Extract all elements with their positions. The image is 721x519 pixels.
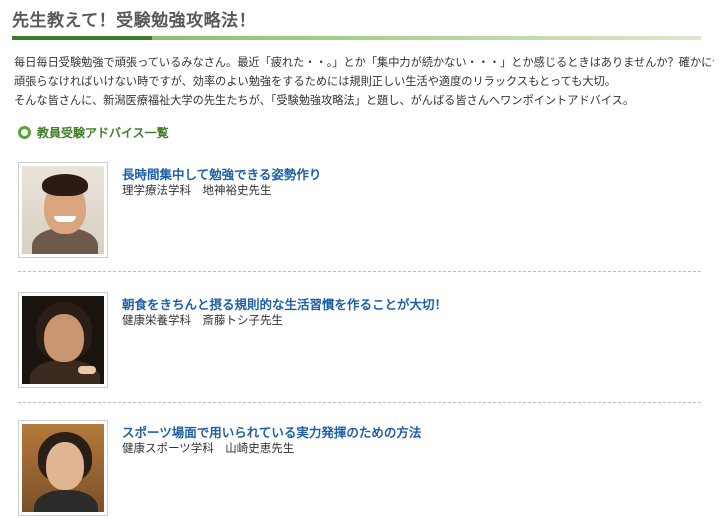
- teacher-photo[interactable]: [18, 420, 108, 516]
- teacher-name: 理学療法学科 地神裕史先生: [122, 183, 272, 197]
- section-heading-label: 教員受験アドバイス一覧: [37, 126, 169, 140]
- advice-link[interactable]: スポーツ場面で用いられている実力発揮のための方法: [122, 422, 421, 441]
- teacher-name: 健康スポーツ学科 山崎史恵先生: [122, 441, 295, 455]
- advice-link[interactable]: 朝食をきちんと摂る規則的な生活習慣を作ることが大切！: [122, 294, 447, 313]
- intro-text: 毎日毎日受験勉強で頑張っているみなさん。最近「疲れた・・。」とか「集中力が続かな…: [14, 53, 714, 110]
- section-heading: 教員受験アドバイス一覧: [18, 124, 169, 141]
- list-item: 朝食をきちんと摂る規則的な生活習慣を作ることが大切！ 健康栄養学科 斎藤トシ子先…: [18, 292, 701, 388]
- advice-link[interactable]: 長時間集中して勉強できる姿勢作り: [122, 164, 321, 183]
- item-divider: [18, 271, 701, 272]
- list-item: 長時間集中して勉強できる姿勢作り 理学療法学科 地神裕史先生: [18, 162, 701, 258]
- intro-line: 頑張らなければいけない時ですが、効率のよい勉強をするためには規則正しい生活や適度…: [14, 75, 616, 88]
- intro-line: 毎日毎日受験勉強で頑張っているみなさん。最近「疲れた・・。」とか「集中力が続かな…: [14, 56, 714, 69]
- list-item: スポーツ場面で用いられている実力発揮のための方法 健康スポーツ学科 山崎史恵先生: [18, 420, 701, 516]
- intro-line: そんな皆さんに、新潟医療福祉大学の先生たちが、「受験勉強攻略法」と題し、がんばる…: [14, 94, 635, 107]
- item-divider: [18, 402, 701, 403]
- teacher-photo[interactable]: [18, 162, 108, 258]
- teacher-name: 健康栄養学科 斎藤トシ子先生: [122, 313, 283, 327]
- title-underline: [12, 36, 701, 40]
- page-title: 先生教えて！受験勉強攻略法！: [12, 11, 257, 31]
- ring-bullet-icon: [18, 126, 31, 139]
- teacher-photo[interactable]: [18, 292, 108, 388]
